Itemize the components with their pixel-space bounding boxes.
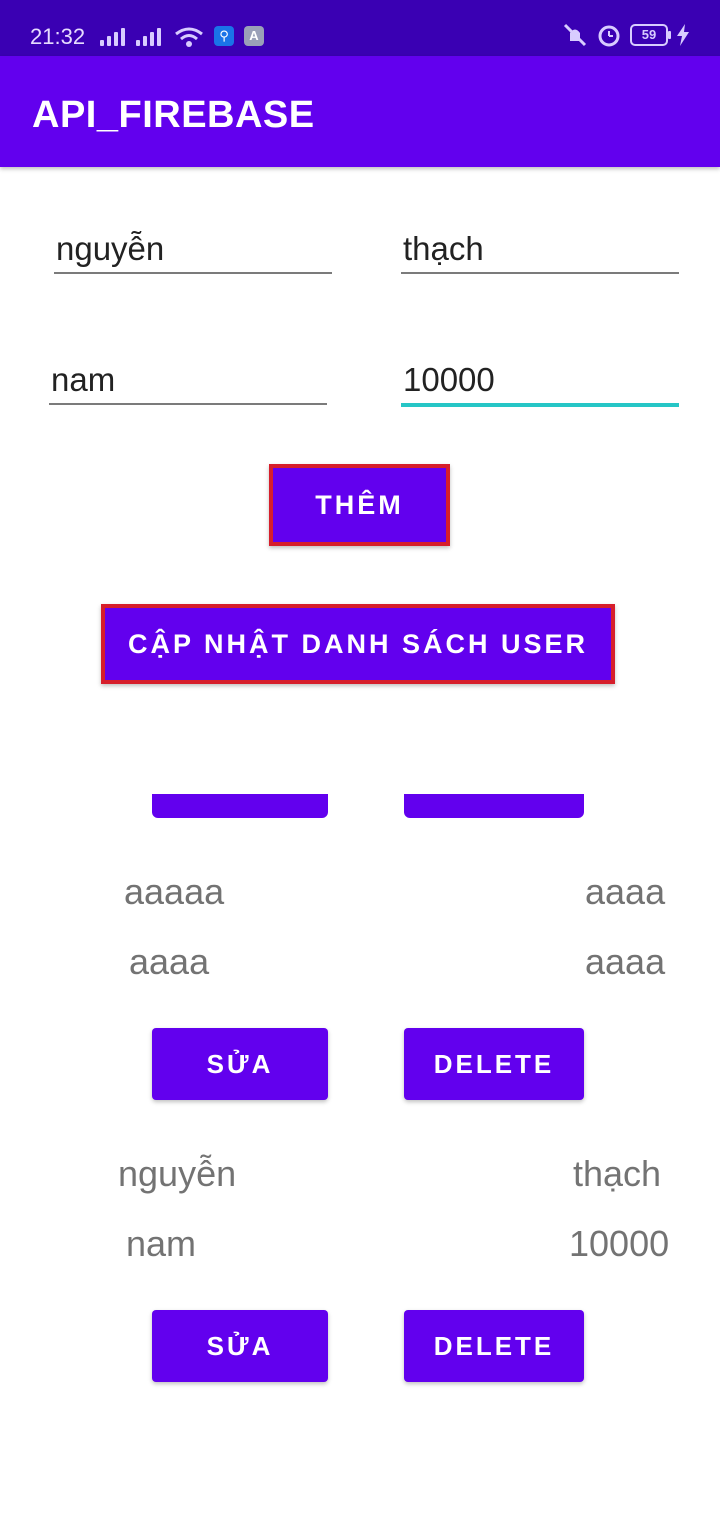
gender-value: nam [51, 361, 116, 398]
app-icon: A [244, 26, 264, 46]
first-name-field[interactable]: nguyễn [54, 226, 332, 274]
mute-icon [563, 23, 587, 47]
user-amount: 10000 [569, 1223, 670, 1264]
user-amount: aaaa [585, 941, 666, 982]
usb-icon: ⚲ [214, 26, 234, 46]
refresh-users-button[interactable]: CẬP NHẬT DANH SÁCH USER [101, 604, 615, 684]
gender-field[interactable]: nam [49, 357, 327, 405]
first-name-value: nguyễn [56, 230, 165, 267]
delete-button[interactable]: DELETE [404, 1310, 584, 1382]
status-right-icons: 59 [562, 22, 690, 48]
user-first-name: aaaaa [124, 871, 225, 912]
status-time: 21:32 [30, 24, 86, 49]
status-bar: 21:32 ⚲ A 59 [0, 0, 720, 56]
wifi-icon [175, 27, 203, 47]
alarm-icon [598, 25, 620, 47]
app-bar: API_FIREBASE [0, 56, 720, 167]
edit-button-clipped[interactable] [152, 794, 328, 818]
battery-icon: 59 [630, 24, 671, 46]
signal-icon [100, 26, 125, 46]
amount-value: 10000 [403, 361, 495, 398]
user-last-name: aaaa [585, 871, 666, 912]
user-first-name: nguyễn [118, 1153, 237, 1194]
user-last-name: thạch [573, 1153, 662, 1194]
last-name-field[interactable]: thạch [401, 226, 679, 274]
charging-icon [677, 24, 689, 46]
user-gender: aaaa [129, 941, 210, 982]
edit-button[interactable]: SỬA [152, 1028, 328, 1100]
edit-button[interactable]: SỬA [152, 1310, 328, 1382]
amount-field[interactable]: 10000 [401, 357, 679, 407]
last-name-value: thạch [403, 230, 484, 267]
signal-icon [136, 26, 161, 46]
app-title: API_FIREBASE [32, 94, 315, 136]
user-gender: nam [126, 1223, 197, 1264]
delete-button[interactable]: DELETE [404, 1028, 584, 1100]
add-button[interactable]: THÊM [269, 464, 450, 546]
delete-button-clipped[interactable] [404, 794, 584, 818]
